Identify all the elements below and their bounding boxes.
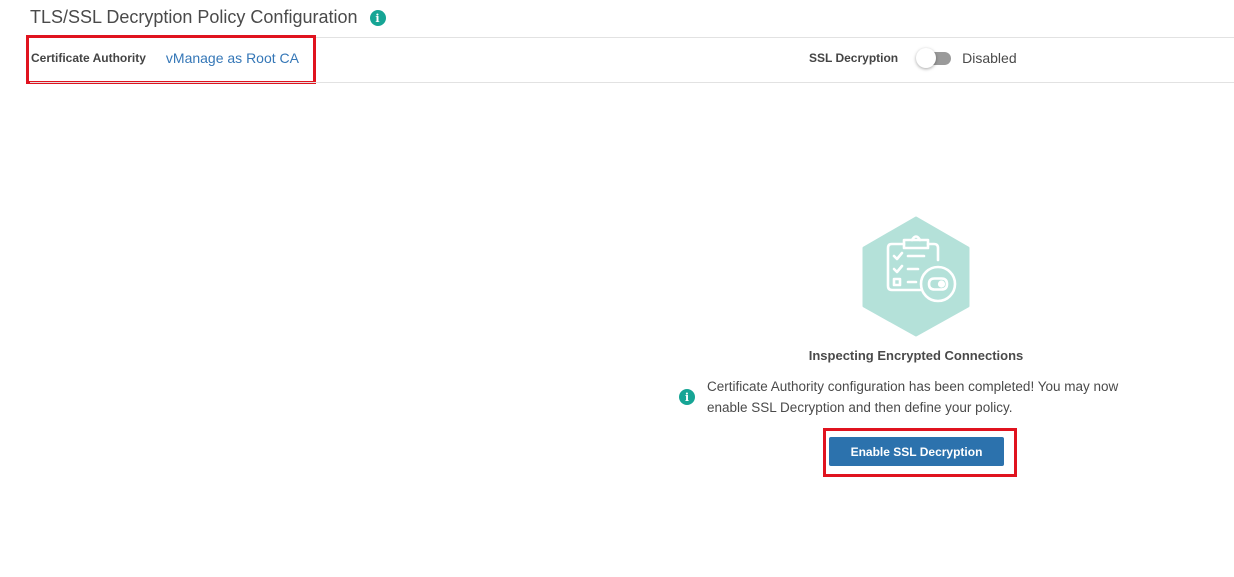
header-divider bbox=[30, 37, 1234, 38]
ssl-decryption-status: Disabled bbox=[962, 50, 1017, 66]
page-title: TLS/SSL Decryption Policy Configuration bbox=[30, 6, 358, 27]
toolbar-divider bbox=[30, 82, 1234, 83]
enable-ssl-decryption-button[interactable]: Enable SSL Decryption bbox=[829, 437, 1004, 466]
ssl-decryption-toggle[interactable] bbox=[916, 48, 952, 68]
ssl-decryption-row: SSL Decryption Disabled bbox=[809, 46, 1017, 70]
empty-state-title: Inspecting Encrypted Connections bbox=[808, 348, 1024, 363]
certificate-authority-row: Certificate Authority vManage as Root CA bbox=[31, 46, 299, 70]
certificate-authority-link[interactable]: vManage as Root CA bbox=[166, 50, 299, 66]
empty-state-message: Certificate Authority configuration has … bbox=[707, 379, 1119, 415]
toggle-knob bbox=[916, 48, 937, 68]
certificate-authority-label: Certificate Authority bbox=[31, 51, 146, 65]
clipboard-checklist-toggle-icon bbox=[862, 216, 970, 337]
message-info-icon: i bbox=[679, 389, 695, 405]
info-icon[interactable]: i bbox=[369, 10, 386, 26]
page-header: TLS/SSL Decryption Policy Configuration … bbox=[30, 0, 386, 34]
ssl-decryption-label: SSL Decryption bbox=[809, 51, 899, 65]
